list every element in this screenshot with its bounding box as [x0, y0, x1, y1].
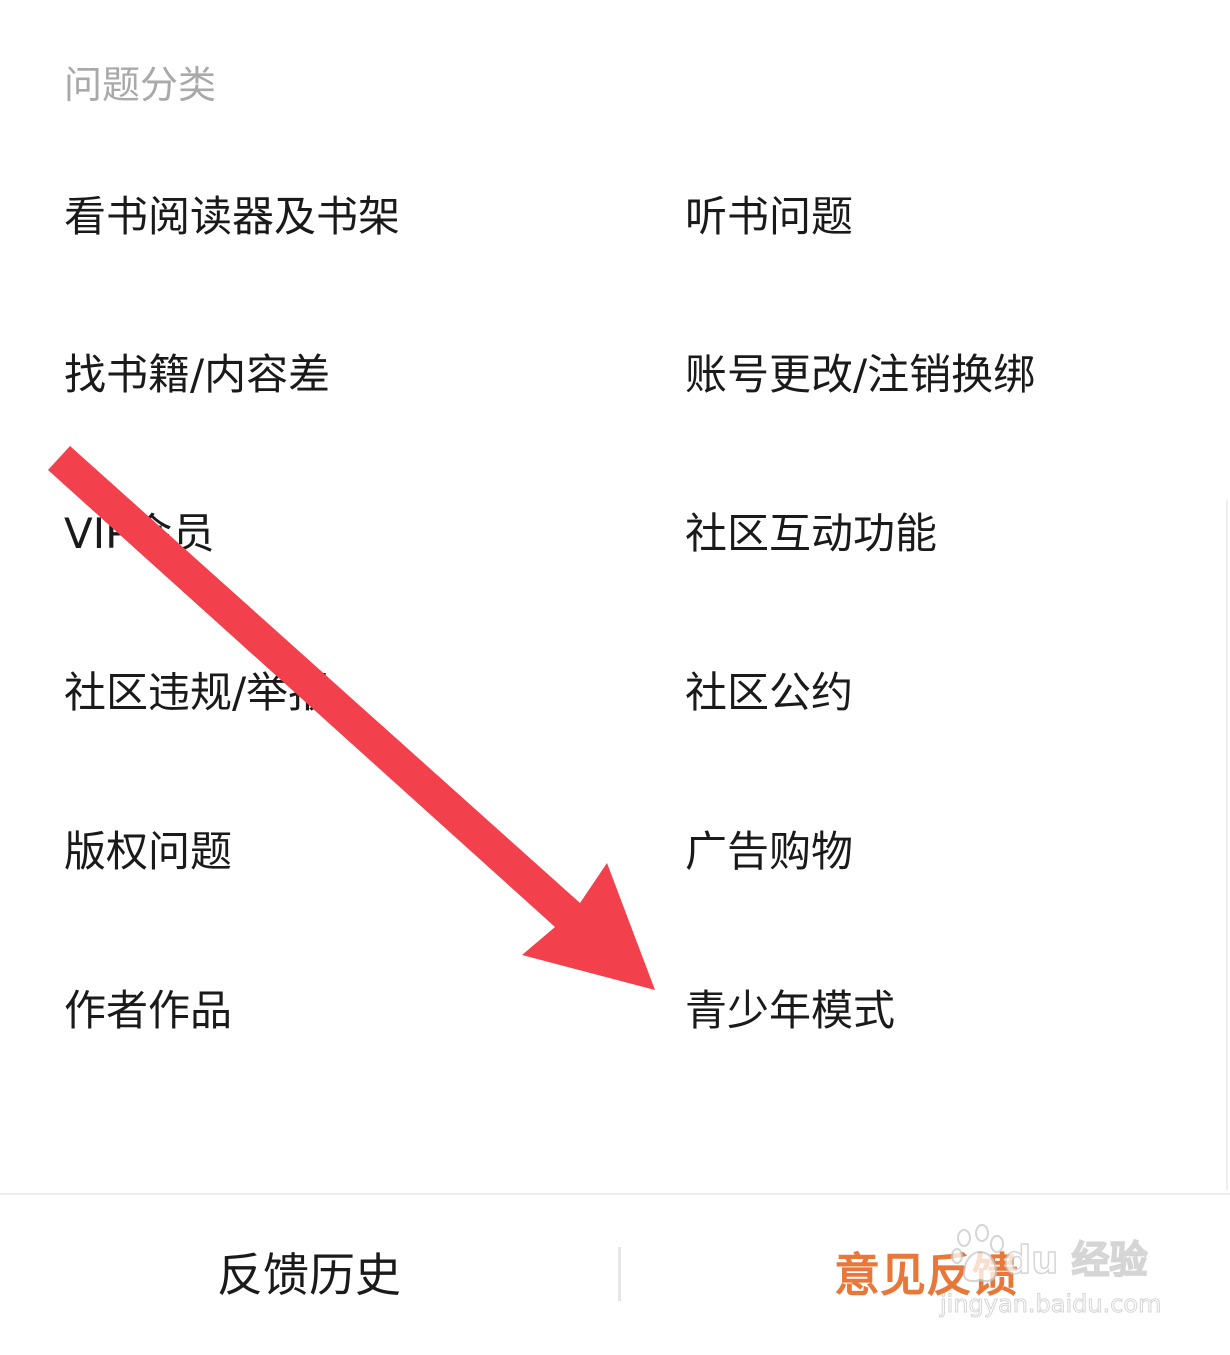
category-community-interaction[interactable]: 社区互动功能 [685, 507, 937, 561]
submit-feedback-button[interactable]: 意见反馈 [622, 1195, 1230, 1355]
category-copyright[interactable]: 版权问题 [64, 825, 232, 879]
category-audiobook[interactable]: 听书问题 [685, 190, 853, 244]
bottom-bar: 反馈历史 意见反馈 [0, 1193, 1230, 1355]
category-community-report[interactable]: 社区违规/举报 [64, 666, 330, 720]
category-ads-shopping[interactable]: 广告购物 [685, 825, 853, 879]
category-community-rules[interactable]: 社区公约 [685, 666, 853, 720]
category-find-books[interactable]: 找书籍/内容差 [64, 348, 330, 402]
category-vip[interactable]: VIP会员 [64, 507, 214, 561]
category-author-works[interactable]: 作者作品 [64, 984, 232, 1038]
category-teen-mode[interactable]: 青少年模式 [685, 984, 895, 1038]
category-reader-bookshelf[interactable]: 看书阅读器及书架 [64, 190, 400, 244]
category-grid: 看书阅读器及书架 听书问题 找书籍/内容差 账号更改/注销换绑 VIP会员 社区… [0, 0, 1230, 1190]
category-account[interactable]: 账号更改/注销换绑 [685, 348, 1035, 402]
scroll-edge-line [1226, 500, 1228, 1190]
bottom-divider [618, 1247, 621, 1301]
feedback-history-button[interactable]: 反馈历史 [0, 1195, 618, 1355]
